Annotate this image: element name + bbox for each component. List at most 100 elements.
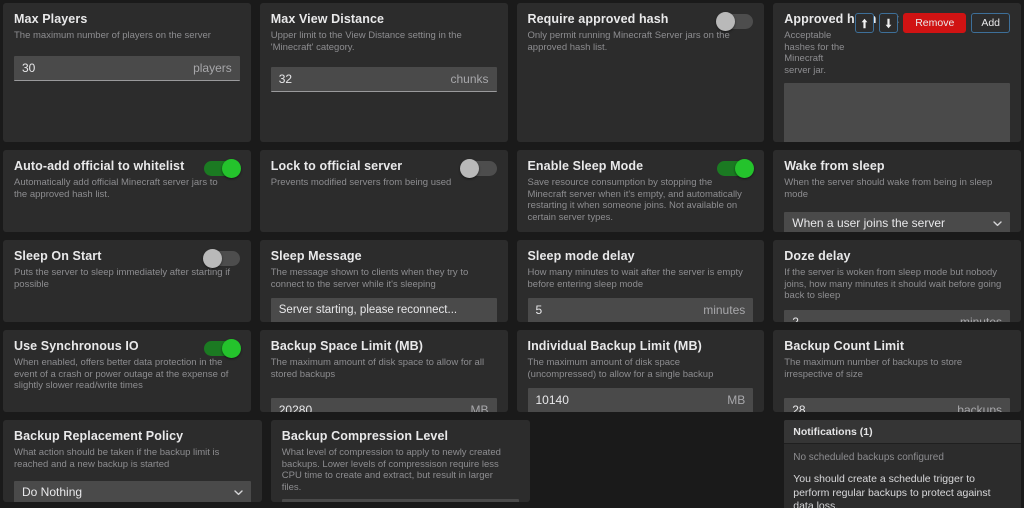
backup-space-limit-input[interactable]: 20280 MB: [270, 398, 497, 412]
panel-description: The maximum number of backups to store i…: [784, 357, 963, 380]
toggle-knob: [716, 12, 736, 31]
input-value: 20280: [278, 403, 313, 412]
panel-title: Backup Space Limit (MB): [270, 339, 424, 353]
select-value: Do Nothing: [22, 485, 83, 499]
toggle-knob: [202, 249, 222, 268]
panel-description: If the server is woken from sleep mode b…: [784, 267, 1002, 301]
approved-hash-list-header: Approved hash list Acceptable hashes for…: [784, 12, 1010, 76]
panel-wake-from-sleep: Wake from sleep When the server should w…: [773, 150, 1021, 232]
panel-title: Approved hash list: [784, 12, 899, 26]
notifications-header: Notifications (1): [784, 420, 1021, 444]
panel-description: Automatically add official Minecraft ser…: [14, 177, 218, 200]
backup-count-limit-input[interactable]: 28 backups: [784, 398, 1010, 412]
panel-description: Acceptable hashes for the Minecraft serv…: [784, 30, 845, 76]
panel-title: Doze delay: [784, 249, 851, 263]
backup-replacement-policy-select[interactable]: Do Nothing: [14, 481, 251, 502]
settings-row-3: Sleep On Start Puts the server to sleep …: [3, 240, 1021, 322]
panel-description: Save resource consumption by stopping th…: [527, 177, 742, 223]
approved-hash-list-box[interactable]: [784, 83, 1010, 142]
panel-description: Puts the server to sleep immediately aft…: [14, 267, 230, 290]
panel-auto-add-official: Auto-add official to whitelist Automatic…: [3, 150, 251, 232]
panel-individual-backup-limit: Individual Backup Limit (MB) The maximum…: [516, 330, 765, 412]
input-value: 30: [22, 60, 36, 75]
remove-button[interactable]: Remove: [903, 13, 967, 33]
panel-doze-delay: Doze delay If the server is woken from s…: [773, 240, 1021, 322]
chevron-down-icon: [993, 219, 1002, 228]
notification-message: You should create a schedule trigger to …: [793, 473, 991, 508]
panel-title: Backup Replacement Policy: [14, 429, 184, 443]
notifications-cell: Notifications (1) No scheduled backups c…: [784, 420, 1021, 508]
settings-row-5: Backup Replacement Policy What action sh…: [3, 420, 1021, 508]
panel-description: The maximum amount of disk space (uncomp…: [527, 357, 714, 380]
panel-title: Sleep mode delay: [527, 249, 635, 263]
sleep-mode-delay-input[interactable]: 5 minutes: [527, 298, 754, 322]
panel-sleep-on-start: Sleep On Start Puts the server to sleep …: [3, 240, 251, 322]
panel-title: Backup Compression Level: [281, 429, 449, 443]
panel-lock-to-official-server: Lock to official server Prevents modifie…: [259, 150, 508, 232]
input-value: 2: [792, 314, 799, 323]
lock-to-official-toggle[interactable]: [459, 159, 497, 178]
panel-description: Only permit running Minecraft Server jar…: [527, 30, 730, 53]
panel-description: What action should be taken if the backu…: [14, 447, 220, 470]
settings-row-1: Max Players The maximum number of player…: [3, 3, 1021, 142]
panel-description: The message shown to clients when they t…: [270, 267, 469, 290]
input-value: 10140: [535, 393, 569, 407]
input-unit: chunks: [450, 72, 489, 86]
toggle-knob: [735, 159, 755, 178]
input-value: 5: [535, 303, 543, 317]
panel-sleep-mode-delay: Sleep mode delay How many minutes to wai…: [516, 240, 765, 322]
individual-backup-limit-input[interactable]: 10140 MB: [527, 388, 754, 412]
panel-backup-space-limit: Backup Space Limit (MB) The maximum amou…: [259, 330, 508, 412]
wake-from-sleep-select[interactable]: When a user joins the server: [784, 212, 1010, 232]
panel-approved-hash-list: Approved hash list Acceptable hashes for…: [773, 3, 1021, 142]
settings-row-4: Use Synchronous IO When enabled, offers …: [3, 330, 1021, 412]
auto-add-official-toggle[interactable]: [203, 159, 241, 178]
panel-backup-count-limit: Backup Count Limit The maximum number of…: [773, 330, 1021, 412]
input-value: 28: [792, 403, 806, 412]
empty-grid-cell: [539, 420, 776, 502]
doze-delay-input[interactable]: 2 minutes: [784, 309, 1010, 323]
max-view-distance-input[interactable]: 32 chunks: [270, 67, 497, 92]
panel-title: Wake from sleep: [784, 159, 885, 173]
input-unit: backups: [957, 403, 1002, 412]
panel-description: When enabled, offers better data protect…: [14, 357, 229, 391]
panel-title: Sleep Message: [270, 249, 362, 263]
panel-description: The maximum number of players on the ser…: [14, 30, 211, 41]
panel-backup-replacement-policy: Backup Replacement Policy What action sh…: [3, 420, 262, 502]
panel-description: Prevents modified servers from being use…: [270, 177, 452, 188]
input-unit: minutes: [959, 314, 1002, 323]
backup-compression-level-select[interactable]: Level6: [281, 499, 519, 502]
panel-description: What level of compression to apply to ne…: [281, 447, 501, 493]
select-value: When a user joins the server: [792, 216, 945, 230]
panel-use-synchronous-io: Use Synchronous IO When enabled, offers …: [3, 330, 251, 412]
panel-sleep-message: Sleep Message The message shown to clien…: [259, 240, 508, 322]
toggle-knob: [221, 339, 241, 358]
settings-row-2: Auto-add official to whitelist Automatic…: [3, 150, 1021, 232]
move-up-button[interactable]: [855, 13, 875, 33]
notification-subject[interactable]: No scheduled backups configured: [793, 451, 1012, 464]
panel-title: Individual Backup Limit (MB): [527, 339, 702, 353]
require-approved-hash-toggle[interactable]: [716, 12, 754, 31]
move-down-button[interactable]: [879, 13, 899, 33]
enable-sleep-mode-toggle[interactable]: [717, 159, 755, 178]
max-players-input[interactable]: 30 players: [14, 55, 240, 81]
input-unit: MB: [470, 403, 489, 412]
add-button[interactable]: Add: [971, 13, 1010, 33]
panel-title: Max View Distance: [270, 12, 385, 26]
panel-require-approved-hash: Require approved hash Only permit runnin…: [516, 3, 765, 142]
approved-hash-list-actions: Remove Add: [855, 12, 1010, 33]
use-synchronous-io-toggle[interactable]: [203, 339, 241, 358]
sleep-message-input[interactable]: Server starting, please reconnect...: [270, 298, 497, 322]
input-value: Server starting, please reconnect...: [278, 304, 458, 316]
panel-description: When the server should wake from being i…: [784, 177, 993, 200]
toggle-knob: [221, 159, 241, 178]
input-value: 32: [278, 72, 293, 86]
toggle-knob: [459, 159, 479, 178]
panel-title: Backup Count Limit: [784, 339, 905, 353]
panel-description: Upper limit to the View Distance setting…: [270, 30, 462, 53]
chevron-down-icon: [234, 488, 243, 497]
settings-page: Max Players The maximum number of player…: [0, 0, 1024, 508]
notifications-panel: Notifications (1) No scheduled backups c…: [784, 420, 1021, 508]
sleep-on-start-toggle[interactable]: [202, 249, 240, 268]
panel-description: How many minutes to wait after the serve…: [527, 267, 743, 290]
